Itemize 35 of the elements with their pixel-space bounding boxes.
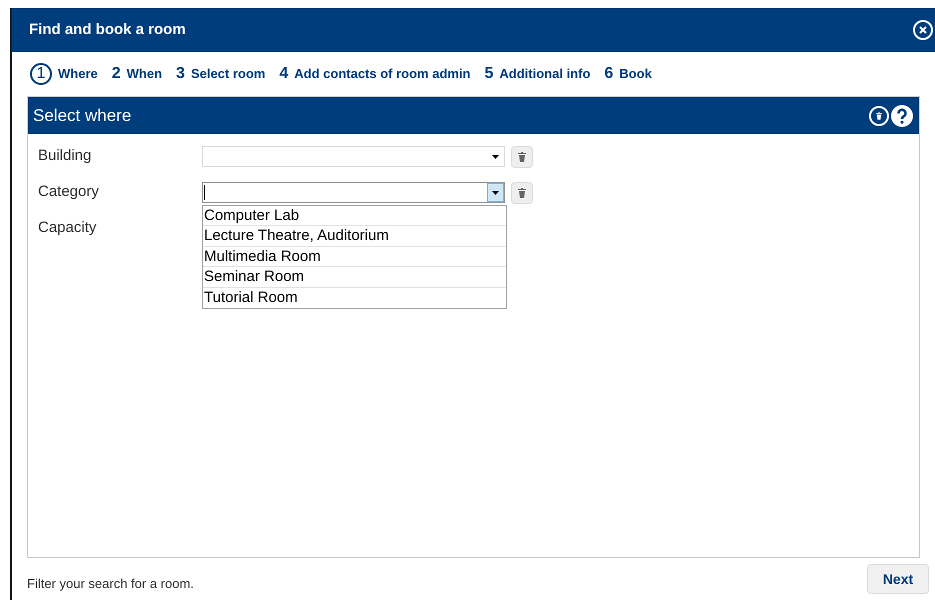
step-number: 3 bbox=[176, 64, 185, 84]
dropdown-option[interactable]: Lecture Theatre, Auditorium bbox=[203, 226, 506, 246]
field-label: Capacity bbox=[38, 218, 98, 238]
step-number: 4 bbox=[279, 64, 288, 84]
trash-icon bbox=[876, 112, 882, 120]
step-tab[interactable]: 1 Where bbox=[30, 63, 98, 85]
panel-title: Select where bbox=[33, 104, 132, 127]
field-label: Category bbox=[38, 182, 100, 202]
help-icon[interactable] bbox=[891, 104, 913, 126]
dropdown-option[interactable]: Seminar Room bbox=[203, 267, 506, 288]
window-title: Find and book a room bbox=[29, 20, 186, 40]
text-cursor bbox=[204, 185, 205, 200]
close-icon bbox=[919, 26, 927, 34]
step-number: 6 bbox=[604, 64, 614, 84]
step-tab[interactable]: 6 Book bbox=[604, 62, 652, 86]
close-button[interactable] bbox=[913, 20, 933, 40]
step-tab[interactable]: 5 Additional info bbox=[484, 62, 590, 86]
dropdown-option[interactable]: Multimedia Room bbox=[203, 246, 506, 267]
trash-icon bbox=[518, 152, 526, 162]
next-button[interactable]: Next bbox=[867, 564, 929, 594]
footer-hint: Filter your search for a room. bbox=[27, 575, 194, 594]
delete-button[interactable] bbox=[511, 182, 533, 204]
field-label: Building bbox=[38, 146, 92, 166]
step-tab[interactable]: 4 Add contacts of room admin bbox=[279, 62, 470, 86]
step-tab[interactable]: 3 Select room bbox=[176, 62, 266, 86]
step-number: 5 bbox=[484, 64, 494, 84]
step-tab[interactable]: 2 When bbox=[112, 62, 162, 86]
clear-button[interactable] bbox=[869, 106, 889, 126]
step-number: 1 bbox=[30, 63, 52, 85]
delete-button[interactable] bbox=[511, 146, 533, 168]
step-number: 2 bbox=[112, 64, 121, 84]
dropdown-option[interactable]: Tutorial Room bbox=[203, 288, 506, 308]
dropdown-option[interactable]: Computer Lab bbox=[203, 206, 506, 226]
select-field[interactable] bbox=[202, 182, 505, 203]
trash-icon bbox=[518, 188, 526, 198]
